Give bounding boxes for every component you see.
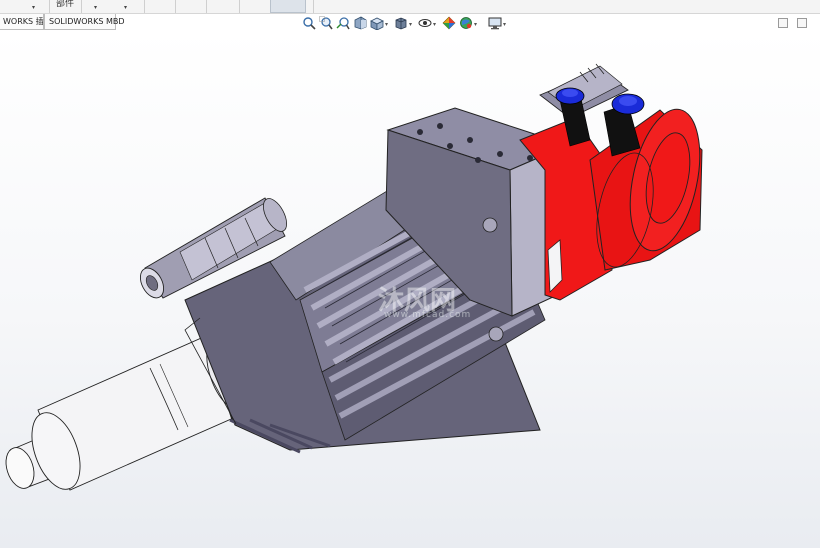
ribbon-bar: ▾ 部件 ▾ ▾ (0, 0, 820, 14)
view-orientation-icon[interactable] (370, 16, 384, 30)
apply-scene-icon[interactable] (459, 16, 473, 30)
restore-window-icon[interactable] (778, 18, 788, 28)
ribbon-separator (313, 0, 314, 13)
previous-view-icon[interactable] (336, 16, 350, 30)
hide-show-items-icon[interactable] (418, 16, 432, 30)
chevron-down-icon[interactable]: ▾ (94, 4, 97, 11)
watermark: 沐风网 www.mfcad.com (378, 280, 508, 322)
section-view-icon[interactable] (353, 16, 367, 30)
watermark-url: www.mfcad.com (384, 310, 472, 320)
chevron-down-icon[interactable]: ▾ (433, 21, 436, 28)
chevron-down-icon[interactable]: ▾ (409, 21, 412, 28)
zoom-to-area-icon[interactable] (319, 16, 333, 30)
graphics-area[interactable]: 沐风网 www.mfcad.com (0, 30, 820, 548)
chevron-down-icon[interactable]: ▾ (503, 21, 506, 28)
chevron-down-icon[interactable]: ▾ (32, 4, 35, 11)
chevron-down-icon[interactable]: ▾ (124, 4, 127, 11)
tab-addins[interactable]: WORKS 插件 (0, 14, 52, 30)
ribbon-separator (206, 0, 207, 13)
display-style-icon[interactable] (394, 16, 408, 30)
zoom-to-fit-icon[interactable] (302, 16, 316, 30)
chevron-down-icon[interactable]: ▾ (385, 21, 388, 28)
ribbon-separator (175, 0, 176, 13)
maximize-window-icon[interactable] (797, 18, 807, 28)
reference-triad-icon[interactable] (2, 544, 22, 548)
ribbon-separator (49, 0, 50, 13)
edit-appearance-icon[interactable] (442, 16, 456, 30)
view-settings-icon[interactable] (488, 16, 502, 30)
tab-solidworks-mbd[interactable]: SOLIDWORKS MBD (44, 14, 125, 30)
chevron-down-icon[interactable]: ▾ (474, 21, 477, 28)
ribbon-separator (81, 0, 82, 13)
ribbon-button-pressed[interactable] (270, 0, 306, 13)
assembly-button-label[interactable]: 部件 (56, 0, 74, 14)
ribbon-separator (239, 0, 240, 13)
ribbon-separator (144, 0, 145, 13)
